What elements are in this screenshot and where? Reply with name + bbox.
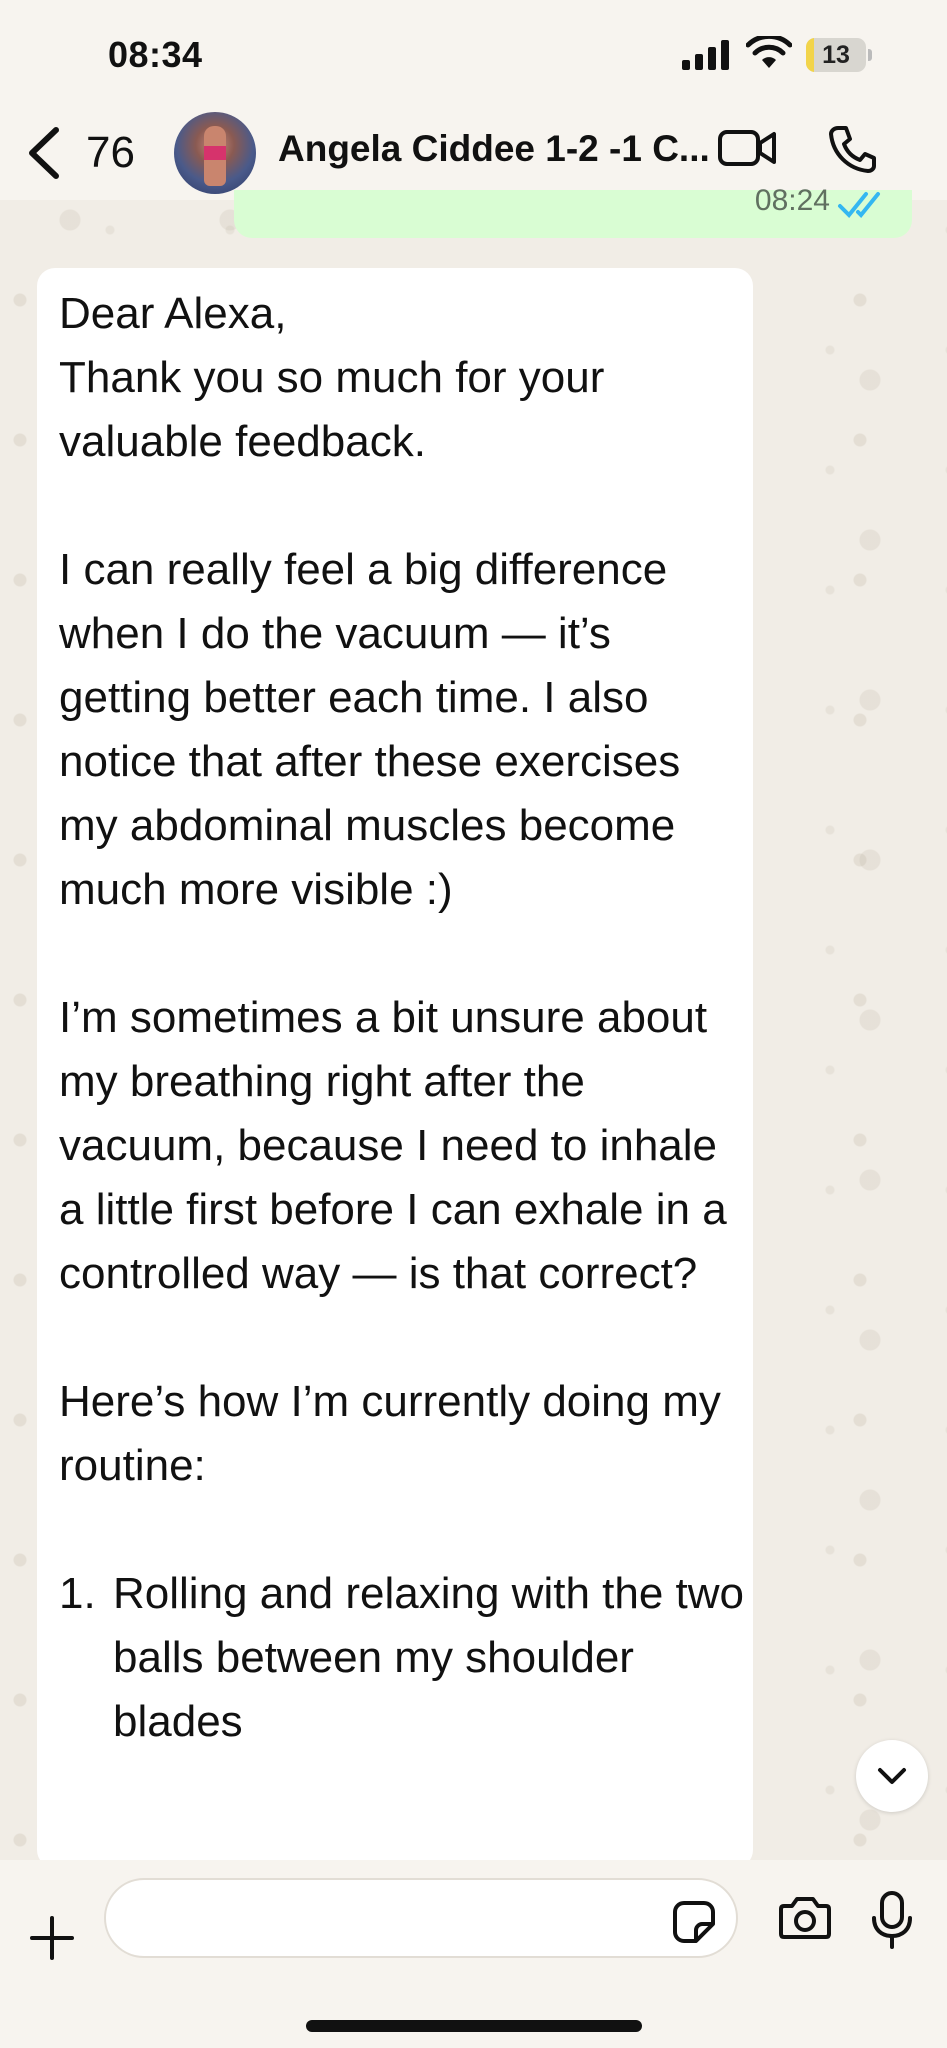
status-time: 08:34 [108,34,203,75]
battery-icon: 13 [806,38,872,72]
battery-tip [868,49,872,61]
list-number: 1. [59,1569,96,1618]
wifi-icon [745,33,793,75]
status-bar: 08:34 13 [0,0,947,106]
voice-call-icon[interactable] [828,124,876,179]
list-text: Rolling and relaxing with the two balls … [113,1569,745,1746]
double-check-read-icon [836,190,896,225]
sticker-icon[interactable] [672,1900,716,1949]
message-paragraph: I’m sometimes a bit unsure about my brea… [59,993,727,1298]
routine-list-item: 1. Rolling and relaxing with the two bal… [59,1562,749,1754]
battery-body: 13 [806,38,866,72]
back-button[interactable]: 76 [24,120,154,184]
composer-bar [0,1860,947,2048]
message-paragraph: Thank you so much for your valuable feed… [59,353,605,466]
video-call-icon[interactable] [718,128,778,173]
avatar[interactable] [174,112,256,194]
home-indicator[interactable] [306,2020,642,2032]
message-time: 08:24 [754,184,830,217]
message-greeting: Dear Alexa, [59,289,287,338]
chevron-down-icon [878,1768,906,1784]
message-paragraph: Here’s how I’m currently doing my routin… [59,1377,721,1490]
scroll-to-bottom-button[interactable] [856,1740,928,1812]
camera-icon[interactable] [778,1894,832,1945]
signal-icon [682,40,732,75]
outgoing-message-bubble[interactable]: 08:24 [234,184,912,238]
message-input[interactable] [130,1894,650,1942]
back-chevron-icon [24,126,64,185]
message-input-container[interactable] [104,1878,738,1958]
unread-count: 76 [86,128,135,177]
battery-level: 13 [822,41,850,69]
microphone-icon[interactable] [870,1890,914,1955]
plus-icon[interactable] [28,1914,76,1967]
message-paragraph: I can really feel a big difference when … [59,545,681,914]
incoming-message-bubble[interactable]: Dear Alexa, Thank you so much for your v… [37,268,753,1868]
contact-name[interactable]: Angela Ciddee 1-2 -1 C... [278,128,708,170]
avatar-suit [204,146,226,160]
message-body: Dear Alexa, Thank you so much for your v… [59,282,749,1754]
